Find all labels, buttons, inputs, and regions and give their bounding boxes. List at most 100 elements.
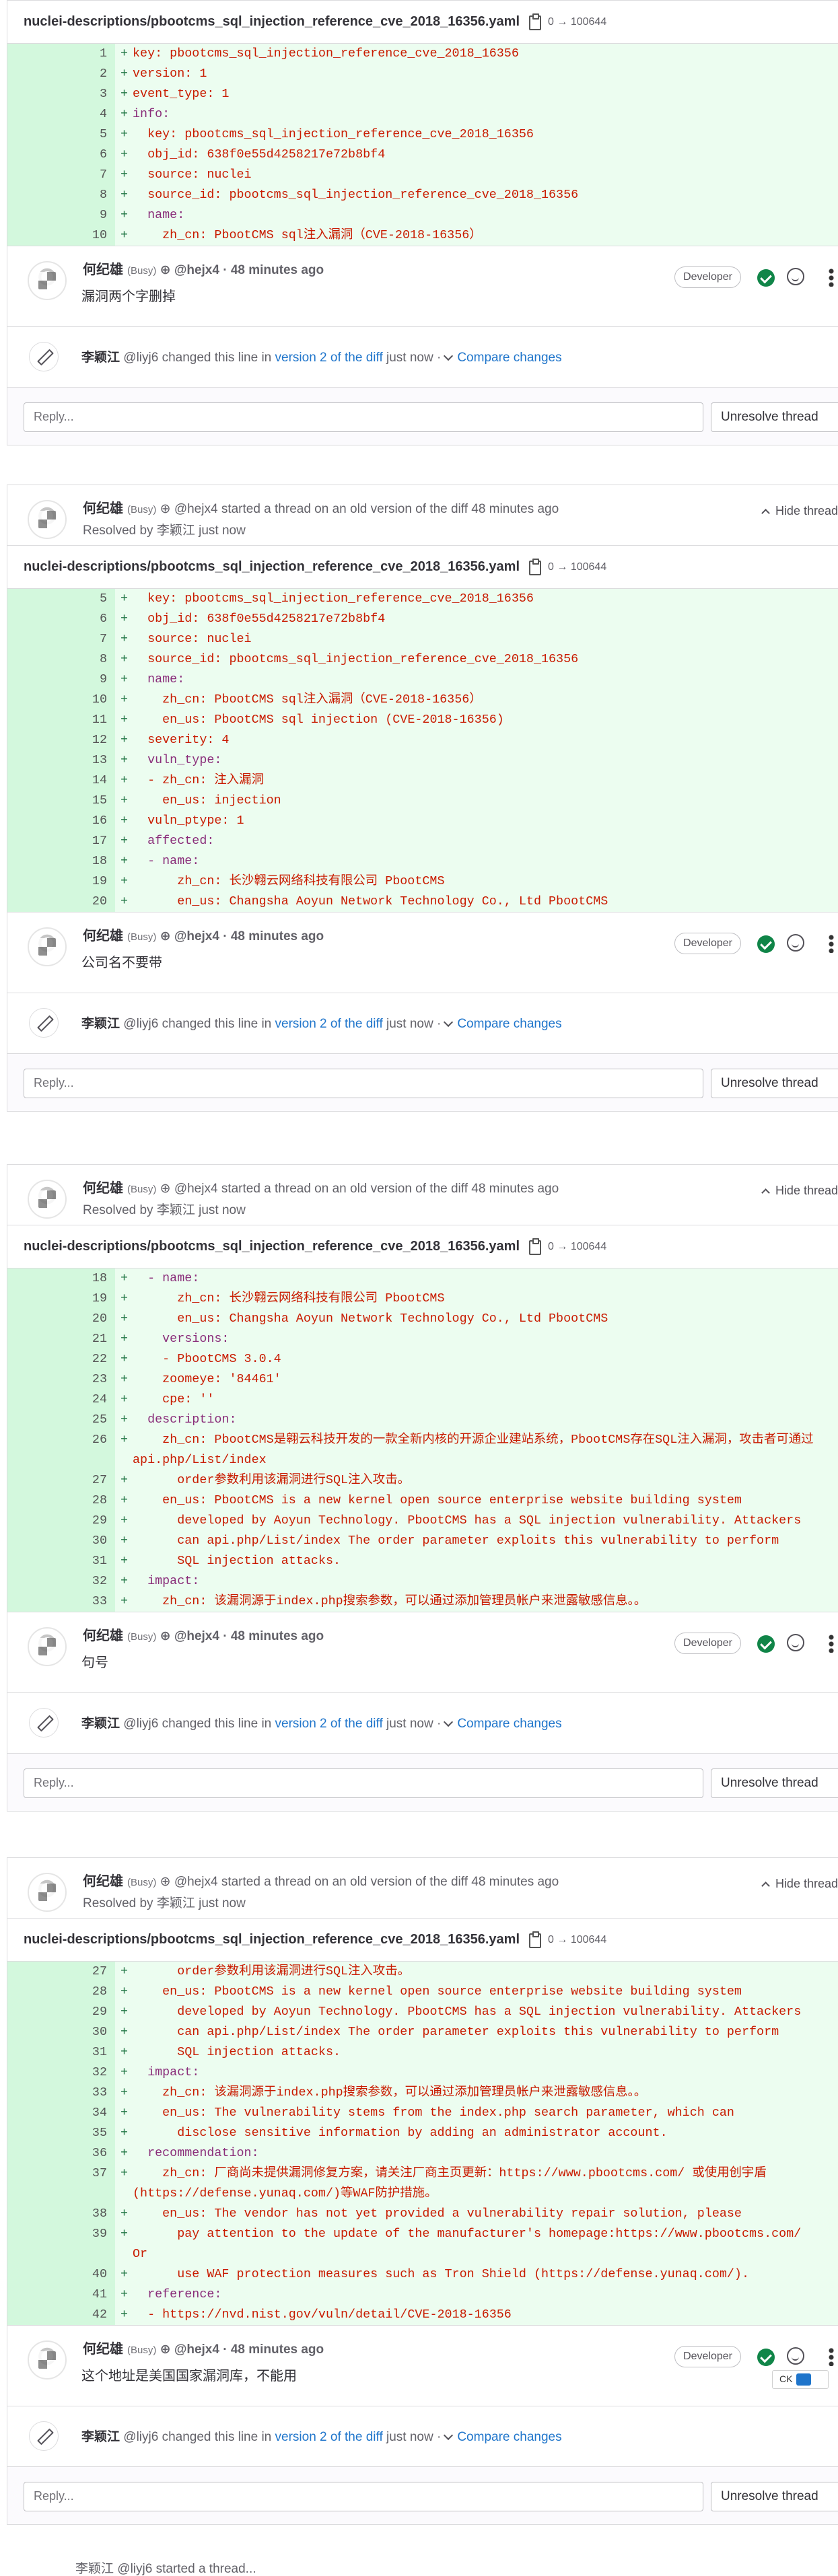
- avatar[interactable]: [28, 261, 67, 300]
- resolver-name[interactable]: 李颖江: [157, 1203, 199, 1217]
- line-number[interactable]: 21: [7, 1329, 115, 1349]
- compare-changes-link[interactable]: Compare changes: [457, 2430, 561, 2444]
- line-number[interactable]: 7: [7, 629, 115, 649]
- hide-thread-button[interactable]: Hide thread: [761, 504, 838, 518]
- editor-handle[interactable]: @liyj6: [123, 351, 162, 365]
- line-number[interactable]: 7: [7, 165, 115, 185]
- editor-handle[interactable]: @liyj6: [123, 2430, 162, 2444]
- compare-changes-link[interactable]: Compare changes: [457, 1717, 561, 1731]
- line-number[interactable]: 16: [7, 811, 115, 831]
- line-number[interactable]: 34: [7, 2103, 115, 2123]
- unresolve-thread-button[interactable]: Unresolve thread: [711, 1069, 838, 1098]
- avatar[interactable]: [28, 2340, 67, 2380]
- line-number[interactable]: 35: [7, 2123, 115, 2143]
- line-number[interactable]: 19: [7, 871, 115, 892]
- line-number[interactable]: 42: [7, 2305, 115, 2325]
- unresolve-thread-button[interactable]: Unresolve thread: [711, 1768, 838, 1798]
- author-handle[interactable]: ⊕ @hejx4: [156, 1182, 221, 1196]
- more-actions-icon[interactable]: [829, 2347, 834, 2366]
- line-number[interactable]: 12: [7, 730, 115, 750]
- chevron-down-icon[interactable]: [444, 1017, 454, 1028]
- compare-changes-link[interactable]: Compare changes: [457, 1017, 561, 1031]
- file-name[interactable]: nuclei-descriptions/pbootcms_sql_injecti…: [24, 14, 520, 30]
- author-handle[interactable]: ⊕ @hejx4: [156, 929, 223, 943]
- line-number[interactable]: 4: [7, 104, 115, 124]
- hide-thread-button[interactable]: Hide thread: [761, 1184, 838, 1198]
- version-link[interactable]: version 2 of the diff: [275, 1717, 383, 1731]
- editor-handle[interactable]: @liyj6: [123, 1717, 162, 1731]
- note-time[interactable]: · 48 minutes ago: [223, 929, 324, 943]
- chevron-down-icon[interactable]: [444, 1717, 454, 1727]
- resolved-check-icon[interactable]: [757, 935, 775, 953]
- file-name[interactable]: nuclei-descriptions/pbootcms_sql_injecti…: [24, 1932, 520, 1947]
- line-number[interactable]: 28: [7, 1982, 115, 2002]
- copy-icon[interactable]: [526, 13, 542, 31]
- line-number[interactable]: 23: [7, 1369, 115, 1390]
- note-time[interactable]: · 48 minutes ago: [223, 1629, 324, 1643]
- more-actions-icon[interactable]: [829, 1634, 834, 1653]
- line-number[interactable]: 31: [7, 2042, 115, 2063]
- line-number[interactable]: 38: [7, 2204, 115, 2224]
- line-number[interactable]: 13: [7, 750, 115, 771]
- editor-name[interactable]: 李颖江: [81, 1717, 123, 1731]
- line-number[interactable]: 41: [7, 2285, 115, 2305]
- line-number[interactable]: 39: [7, 2224, 115, 2264]
- reply-input[interactable]: Reply...: [24, 1069, 703, 1098]
- line-number[interactable]: 2: [7, 64, 115, 84]
- line-number[interactable]: 32: [7, 1571, 115, 1591]
- emoji-reaction-icon[interactable]: [787, 2347, 804, 2365]
- line-number[interactable]: 29: [7, 2002, 115, 2022]
- author-name[interactable]: 何纪雄: [83, 2342, 123, 2357]
- line-number[interactable]: 28: [7, 1491, 115, 1511]
- unresolve-thread-button[interactable]: Unresolve thread: [711, 402, 838, 432]
- unresolve-thread-button[interactable]: Unresolve thread: [711, 2482, 838, 2511]
- line-number[interactable]: 24: [7, 1390, 115, 1410]
- editor-name[interactable]: 李颖江: [81, 2430, 123, 2444]
- file-name[interactable]: nuclei-descriptions/pbootcms_sql_injecti…: [24, 1239, 520, 1254]
- line-number[interactable]: 3: [7, 84, 115, 104]
- note-time[interactable]: · 48 minutes ago: [223, 263, 324, 277]
- reply-input[interactable]: Reply...: [24, 2482, 703, 2511]
- more-actions-icon[interactable]: [829, 268, 834, 287]
- version-link[interactable]: version 2 of the diff: [275, 2430, 383, 2444]
- avatar[interactable]: [28, 927, 67, 966]
- line-number[interactable]: 27: [7, 1470, 115, 1491]
- line-number[interactable]: 8: [7, 649, 115, 670]
- editor-handle[interactable]: @liyj6: [123, 1017, 162, 1031]
- editor-name[interactable]: 李颖江: [81, 1017, 123, 1031]
- avatar[interactable]: [28, 500, 67, 539]
- author-handle[interactable]: ⊕ @hejx4: [156, 263, 223, 277]
- line-number[interactable]: 18: [7, 1268, 115, 1289]
- copy-icon[interactable]: [526, 1931, 542, 1949]
- author-name[interactable]: 何纪雄: [83, 262, 123, 277]
- line-number[interactable]: 14: [7, 771, 115, 791]
- resolved-check-icon[interactable]: [757, 1635, 775, 1653]
- note-time[interactable]: · 48 minutes ago: [223, 2342, 324, 2357]
- line-number[interactable]: 36: [7, 2143, 115, 2163]
- line-number[interactable]: 26: [7, 1430, 115, 1470]
- author-name[interactable]: 何纪雄: [83, 1629, 123, 1643]
- author-name[interactable]: 何纪雄: [83, 501, 123, 516]
- resolved-check-icon[interactable]: [757, 2349, 775, 2366]
- line-number[interactable]: 5: [7, 589, 115, 609]
- line-number[interactable]: 31: [7, 1551, 115, 1571]
- copy-icon[interactable]: [526, 558, 542, 576]
- line-number[interactable]: 20: [7, 892, 115, 912]
- line-number[interactable]: 1: [7, 44, 115, 64]
- line-number[interactable]: 5: [7, 124, 115, 145]
- chevron-down-icon[interactable]: [444, 351, 454, 361]
- avatar[interactable]: [28, 1180, 67, 1219]
- hide-thread-button[interactable]: Hide thread: [761, 1877, 838, 1891]
- copy-icon[interactable]: [526, 1238, 542, 1256]
- more-actions-icon[interactable]: [829, 934, 834, 953]
- line-number[interactable]: 15: [7, 791, 115, 811]
- author-name[interactable]: 何纪雄: [83, 1874, 123, 1889]
- line-number[interactable]: 11: [7, 710, 115, 730]
- reply-input[interactable]: Reply...: [24, 402, 703, 432]
- author-handle[interactable]: ⊕ @hejx4: [156, 2342, 223, 2357]
- emoji-reaction-icon[interactable]: [787, 1634, 804, 1651]
- editor-name[interactable]: 李颖江: [81, 351, 123, 365]
- avatar[interactable]: [28, 1627, 67, 1666]
- chevron-down-icon[interactable]: [444, 2430, 454, 2441]
- line-number[interactable]: 32: [7, 2063, 115, 2083]
